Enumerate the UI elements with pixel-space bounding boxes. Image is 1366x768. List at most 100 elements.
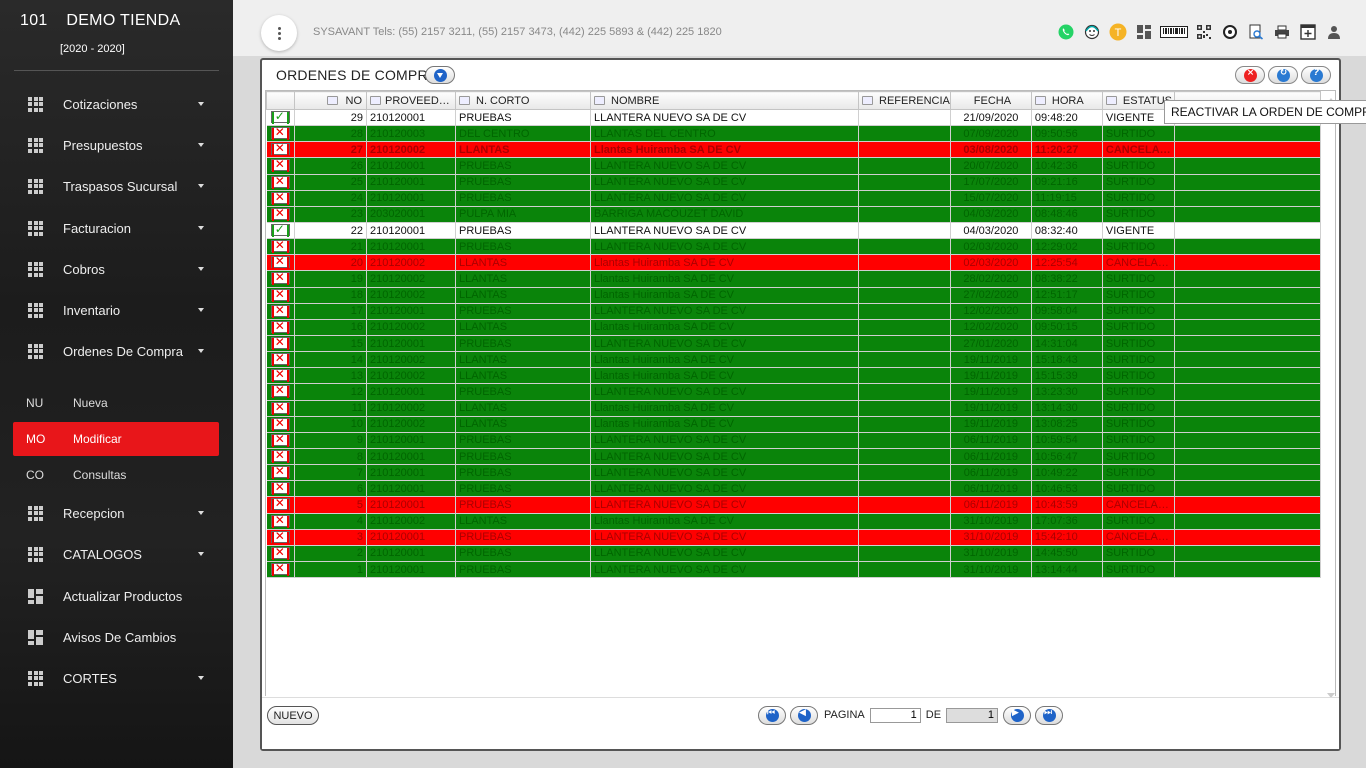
cancel-icon[interactable]: ✕ [270, 432, 290, 447]
sidebar-item[interactable]: Presupuestos [0, 130, 233, 160]
support-agent-icon[interactable] [1082, 22, 1102, 42]
cancel-icon[interactable]: ✕ [270, 545, 290, 560]
sidebar-item[interactable]: Facturacion [0, 213, 233, 243]
cancel-icon[interactable]: ✕ [270, 352, 290, 367]
row-checkbox-cell[interactable]: ✕ [266, 400, 295, 417]
page-input[interactable] [869, 707, 921, 723]
qr-code-icon[interactable] [1194, 22, 1214, 42]
close-button[interactable] [1235, 66, 1265, 84]
header-no[interactable]: NO [294, 91, 367, 110]
table-row[interactable]: ✕ 25 210120001 PRUEBAS LLANTERA NUEVO SA DE … [266, 174, 1321, 191]
sidebar-subitem[interactable]: CO Consultas [13, 458, 219, 492]
row-checkbox-cell[interactable]: ✕ [266, 416, 295, 433]
row-checkbox-cell[interactable]: ✕ [266, 496, 295, 514]
row-checkbox-cell[interactable]: ✕ [266, 464, 295, 482]
cancel-icon[interactable]: ✕ [270, 561, 290, 576]
dashboard-icon[interactable] [1134, 22, 1154, 42]
more-options-button[interactable] [261, 15, 297, 51]
sidebar-item[interactable]: Traspasos Sucursal [0, 171, 233, 201]
cancel-icon[interactable]: ✕ [270, 271, 290, 286]
cancel-icon[interactable]: ✕ [270, 497, 290, 512]
cancel-icon[interactable]: ✕ [270, 174, 290, 189]
disc-icon[interactable] [1220, 22, 1240, 42]
table-row[interactable]: ✕ 6 210120001 PRUEBAS LLANTERA NUEVO SA DE C… [266, 480, 1321, 498]
table-row[interactable]: ✕ 28 210120003 DEL CENTRO LLANTAS DEL CENTRO… [266, 125, 1321, 143]
row-checkbox-cell[interactable]: ✕ [266, 561, 295, 579]
table-row[interactable]: ✓ 29 210120001 PRUEBAS LLANTERA NUEVO SA DE … [266, 109, 1321, 127]
sidebar-item[interactable]: CORTES [0, 663, 233, 693]
grid-scrollbar[interactable] [1324, 98, 1336, 698]
cancel-icon[interactable]: ✕ [270, 335, 290, 351]
printer-icon[interactable] [1272, 22, 1292, 42]
table-row[interactable]: ✕ 7 210120001 PRUEBAS LLANTERA NUEVO SA DE C… [266, 464, 1321, 482]
cancel-icon[interactable]: ✕ [270, 481, 290, 496]
table-row[interactable]: ✕ 21 210120001 PRUEBAS LLANTERA NUEVO SA DE … [266, 238, 1321, 256]
cancel-icon[interactable]: ✕ [270, 465, 290, 480]
last-page-button[interactable]: ⏭ [1035, 705, 1064, 725]
table-row[interactable]: ✕ 19 210120002 LLANTAS Llantas Huiramba SA D… [266, 270, 1321, 288]
sidebar-item[interactable]: Ordenes De Compra [0, 336, 233, 366]
table-row[interactable]: ✕ 11 210120002 LLANTAS Llantas Huiramba SA D… [266, 400, 1321, 417]
table-row[interactable]: ✕ 10 210120002 LLANTAS Llantas Huiramba SA D… [266, 416, 1321, 433]
cancel-icon[interactable]: ✕ [270, 448, 290, 464]
first-page-button[interactable]: ⏮ [758, 705, 786, 725]
table-row[interactable]: ✕ 26 210120001 PRUEBAS LLANTERA NUEVO SA DE … [266, 157, 1321, 175]
table-row[interactable]: ✕ 16 210120002 LLANTAS Llantas Huiramba SA D… [266, 319, 1321, 336]
header-corto[interactable]: N. CORTO [455, 91, 591, 110]
cancel-icon[interactable]: ✕ [270, 142, 290, 157]
row-checkbox-cell[interactable]: ✕ [266, 545, 295, 562]
table-row[interactable]: ✕ 9 210120001 PRUEBAS LLANTERA NUEVO SA DE C… [266, 432, 1321, 449]
sidebar-item[interactable]: Actualizar Productos [0, 581, 233, 611]
row-checkbox-cell[interactable]: ✕ [266, 238, 295, 256]
cancel-icon[interactable]: ✕ [270, 368, 290, 383]
cancel-icon[interactable]: ✕ [270, 126, 290, 141]
panel-dropdown-button[interactable] [425, 66, 455, 84]
table-row[interactable]: ✕ 14 210120002 LLANTAS Llantas Huiramba SA D… [266, 351, 1321, 369]
table-row[interactable]: ✕ 1 210120001 PRUEBAS LLANTERA NUEVO SA DE C… [266, 561, 1321, 579]
search-document-icon[interactable] [1246, 22, 1266, 42]
user-initial-icon[interactable]: T [1108, 22, 1128, 42]
table-row[interactable]: ✕ 8 210120001 PRUEBAS LLANTERA NUEVO SA DE C… [266, 448, 1321, 466]
row-checkbox-cell[interactable]: ✕ [266, 303, 295, 320]
cancel-icon[interactable]: ✕ [270, 529, 290, 544]
row-checkbox-cell[interactable]: ✕ [266, 351, 295, 369]
cancel-icon[interactable]: ✕ [270, 158, 290, 173]
cancel-icon[interactable]: ✕ [270, 513, 290, 528]
row-checkbox-cell[interactable]: ✕ [266, 448, 295, 466]
table-row[interactable]: ✕ 23 203020001 PULPA MIA BARRIGA MACOUZET DA… [266, 206, 1321, 223]
add-window-icon[interactable] [1298, 22, 1318, 42]
new-button[interactable]: NUEVO [267, 706, 319, 725]
cancel-icon[interactable]: ✕ [270, 400, 290, 415]
table-row[interactable]: ✕ 12 210120001 PRUEBAS LLANTERA NUEVO SA DE … [266, 383, 1321, 401]
cancel-icon[interactable]: ✕ [270, 303, 290, 318]
sidebar-item[interactable]: Recepcion [0, 498, 233, 528]
refresh-button[interactable] [1268, 66, 1298, 84]
sidebar-subitem[interactable]: NU Nueva [13, 386, 219, 420]
table-row[interactable]: ✕ 3 210120001 PRUEBAS LLANTERA NUEVO SA DE C… [266, 529, 1321, 546]
barcode-icon[interactable] [1160, 22, 1188, 42]
sidebar-subitem[interactable]: MO Modificar [13, 422, 219, 456]
sidebar-item[interactable]: Cotizaciones [0, 89, 233, 119]
row-checkbox-cell[interactable]: ✕ [266, 480, 295, 498]
row-checkbox-cell[interactable]: ✕ [266, 319, 295, 336]
sidebar-item[interactable]: CATALOGOS [0, 539, 233, 569]
row-checkbox-cell[interactable]: ✕ [266, 190, 295, 207]
row-checkbox-cell[interactable]: ✕ [266, 270, 295, 288]
row-checkbox-cell[interactable]: ✕ [266, 206, 295, 223]
row-checkbox-cell[interactable]: ✕ [266, 174, 295, 191]
table-row[interactable]: ✕ 20 210120002 LLANTAS Llantas Huiramba SA D… [266, 254, 1321, 272]
cancel-icon[interactable]: ✕ [270, 416, 290, 431]
row-checkbox-cell[interactable]: ✕ [266, 141, 295, 159]
next-page-button[interactable]: ▶ [1003, 705, 1032, 725]
row-checkbox-cell[interactable]: ✕ [266, 125, 295, 143]
check-icon[interactable]: ✓ [270, 222, 290, 238]
cancel-icon[interactable]: ✕ [270, 287, 290, 302]
header-referencia[interactable]: REFERENCIA [858, 91, 951, 110]
cancel-icon[interactable]: ✕ [270, 206, 290, 221]
row-checkbox-cell[interactable]: ✕ [266, 367, 295, 385]
cancel-icon[interactable]: ✕ [270, 384, 290, 399]
table-row[interactable]: ✕ 27 210120002 LLANTAS Llantas Huiramba SA D… [266, 141, 1321, 159]
table-row[interactable]: ✕ 24 210120001 PRUEBAS LLANTERA NUEVO SA DE … [266, 190, 1321, 207]
cancel-icon[interactable]: ✕ [270, 319, 290, 334]
row-checkbox-cell[interactable]: ✓ [266, 109, 295, 127]
